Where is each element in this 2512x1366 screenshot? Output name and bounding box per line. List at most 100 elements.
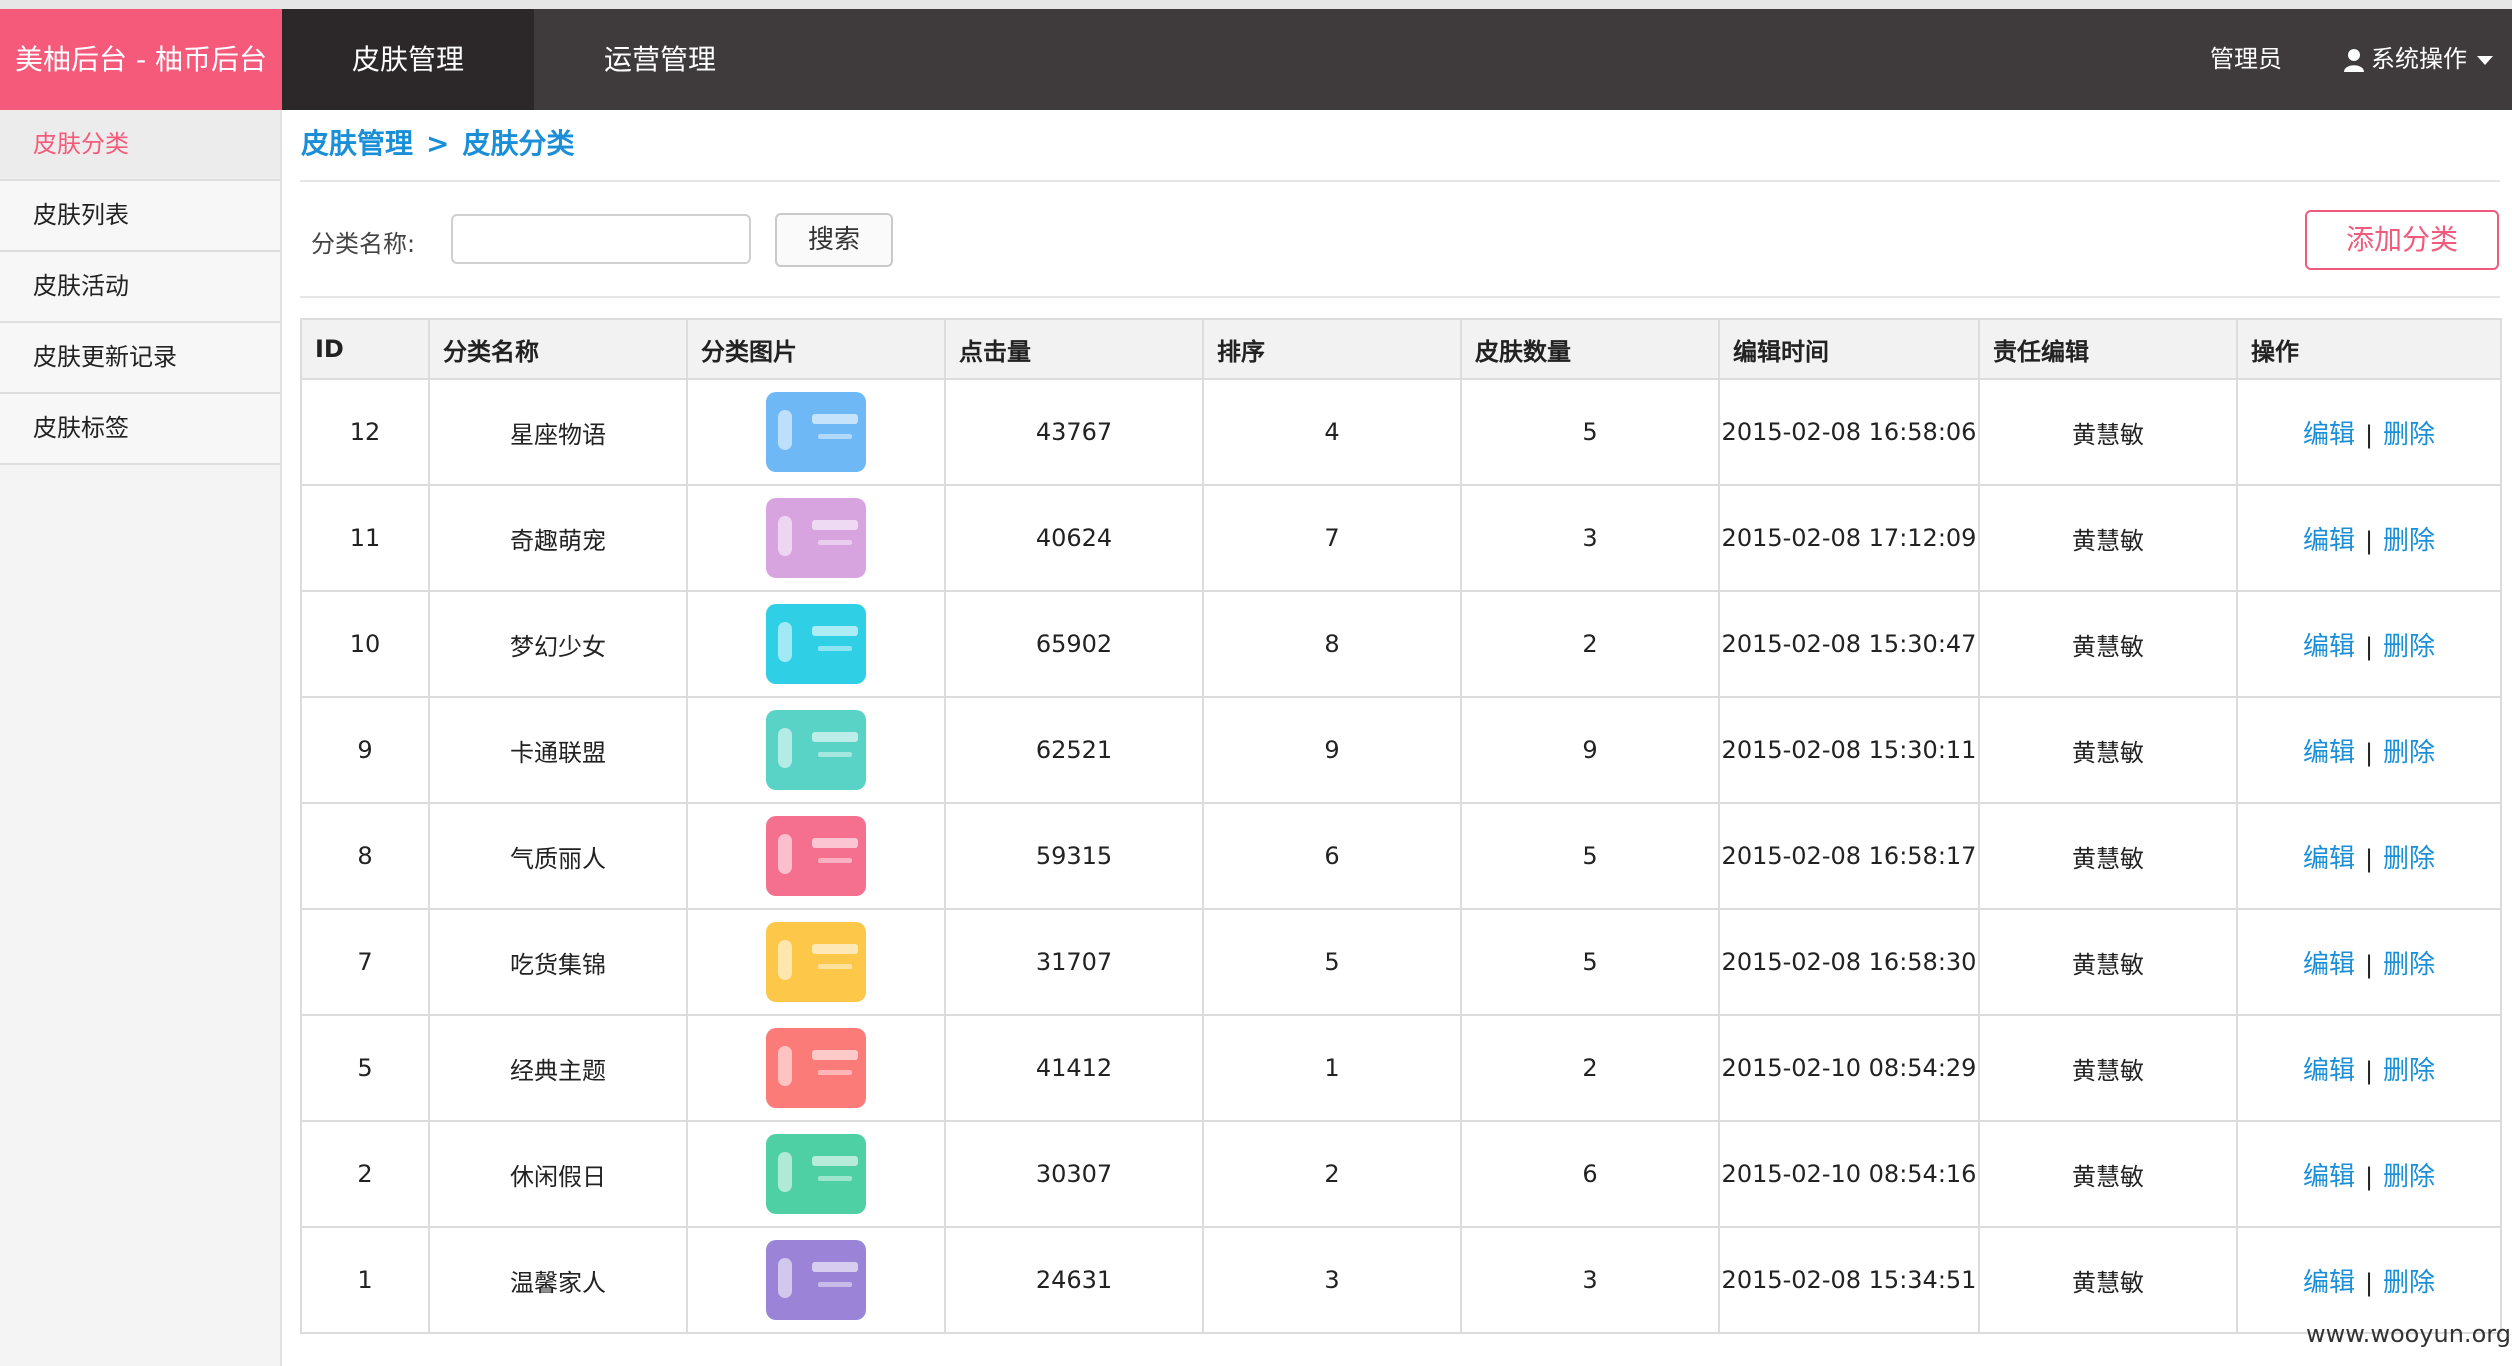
cell-skin-count: 9 <box>1460 696 1720 804</box>
edit-link[interactable]: 编辑 <box>2303 1268 2355 1298</box>
thumb-subtext <box>818 646 852 651</box>
edit-link[interactable]: 编辑 <box>2303 526 2355 556</box>
cell-editor: 黄慧敏 <box>1978 802 2238 910</box>
nav-tab-operations[interactable]: 运营管理 <box>534 9 786 110</box>
cell-category-image <box>686 802 946 910</box>
action-separator: | <box>2364 950 2374 979</box>
cell-category-name: 梦幻少女 <box>428 590 688 698</box>
sidebar-item-skin-update-log[interactable]: 皮肤更新记录 <box>0 323 280 394</box>
sidebar-item-skin-activity[interactable]: 皮肤活动 <box>0 252 280 323</box>
cell-clicks: 43767 <box>944 378 1204 486</box>
nav-tab-skin-management[interactable]: 皮肤管理 <box>282 9 534 110</box>
cell-order: 9 <box>1202 696 1462 804</box>
cell-skin-count: 3 <box>1460 1226 1720 1334</box>
delete-link[interactable]: 删除 <box>2383 526 2435 556</box>
search-label: 分类名称: <box>311 230 416 258</box>
cell-id: 1 <box>300 1226 430 1334</box>
cell-order: 5 <box>1202 908 1462 1016</box>
delete-link[interactable]: 删除 <box>2383 738 2435 768</box>
breadcrumb-parent[interactable]: 皮肤管理 <box>301 127 413 160</box>
cell-id: 7 <box>300 908 430 1016</box>
cell-category-image <box>686 1226 946 1334</box>
column-header-editor: 责任编辑 <box>1978 318 2238 380</box>
table-row: 10 梦幻少女 65902 8 2 2015-02-08 15:30:47 黄慧敏 编辑 | 删除 <box>300 590 2502 698</box>
delete-link[interactable]: 删除 <box>2383 1268 2435 1298</box>
cell-editor: 黄慧敏 <box>1978 1226 2238 1334</box>
cell-category-image <box>686 1014 946 1122</box>
cell-editor: 黄慧敏 <box>1978 484 2238 592</box>
edit-link[interactable]: 编辑 <box>2303 1056 2355 1086</box>
delete-link[interactable]: 删除 <box>2383 420 2435 450</box>
column-header-order: 排序 <box>1202 318 1462 380</box>
column-header-id: ID <box>300 318 430 380</box>
cell-category-name: 经典主题 <box>428 1014 688 1122</box>
pet-icon <box>766 498 866 578</box>
table-row: 11 奇趣萌宠 40624 7 3 2015-02-08 17:12:09 黄慧敏 编辑 | 删除 <box>300 484 2502 592</box>
edit-link[interactable]: 编辑 <box>2303 420 2355 450</box>
delete-link[interactable]: 删除 <box>2383 950 2435 980</box>
category-name-input[interactable] <box>451 214 751 264</box>
delete-link[interactable]: 删除 <box>2383 1056 2435 1086</box>
column-header-actions: 操作 <box>2236 318 2502 380</box>
admin-label[interactable]: 管理员 <box>2210 9 2282 110</box>
cell-edit-time: 2015-02-10 08:54:29 <box>1718 1014 1980 1122</box>
breadcrumb-separator: > <box>426 127 450 160</box>
thumb-subtext <box>818 1176 852 1181</box>
edit-link[interactable]: 编辑 <box>2303 950 2355 980</box>
cell-skin-count: 5 <box>1460 908 1720 1016</box>
thumb-text <box>812 1050 858 1060</box>
cell-edit-time: 2015-02-08 16:58:17 <box>1718 802 1980 910</box>
add-category-button[interactable]: 添加分类 <box>2305 210 2499 270</box>
cell-actions: 编辑 | 删除 <box>2236 1226 2502 1334</box>
cell-actions: 编辑 | 删除 <box>2236 1120 2502 1228</box>
cell-edit-time: 2015-02-08 16:58:30 <box>1718 908 1980 1016</box>
cell-category-name: 卡通联盟 <box>428 696 688 804</box>
thumb-figure <box>778 1258 792 1298</box>
edit-link[interactable]: 编辑 <box>2303 1162 2355 1192</box>
thumb-text <box>812 1262 858 1272</box>
cell-order: 2 <box>1202 1120 1462 1228</box>
sidebar-item-skin-tags[interactable]: 皮肤标签 <box>0 394 280 465</box>
cell-id: 8 <box>300 802 430 910</box>
edit-link[interactable]: 编辑 <box>2303 632 2355 662</box>
thumb-figure <box>778 728 792 768</box>
delete-link[interactable]: 删除 <box>2383 632 2435 662</box>
cell-edit-time: 2015-02-08 17:12:09 <box>1718 484 1980 592</box>
cell-actions: 编辑 | 删除 <box>2236 484 2502 592</box>
cell-edit-time: 2015-02-08 16:58:06 <box>1718 378 1980 486</box>
cell-editor: 黄慧敏 <box>1978 1120 2238 1228</box>
delete-link[interactable]: 删除 <box>2383 1162 2435 1192</box>
cell-skin-count: 2 <box>1460 1014 1720 1122</box>
cell-category-name: 休闲假日 <box>428 1120 688 1228</box>
sidebar-item-skin-category[interactable]: 皮肤分类 <box>0 110 280 181</box>
cell-edit-time: 2015-02-10 08:54:16 <box>1718 1120 1980 1228</box>
top-navbar: 美柚后台 - 柚币后台 皮肤管理 运营管理 管理员 系统操作 <box>0 9 2512 110</box>
table-row: 8 气质丽人 59315 6 5 2015-02-08 16:58:17 黄慧敏 编辑 | 删除 <box>300 802 2502 910</box>
action-separator: | <box>2364 1268 2374 1297</box>
action-separator: | <box>2364 420 2374 449</box>
cell-clicks: 59315 <box>944 802 1204 910</box>
table-row: 12 星座物语 43767 4 5 2015-02-08 16:58:06 黄慧敏 编辑 | 删除 <box>300 378 2502 486</box>
cell-edit-time: 2015-02-08 15:30:11 <box>1718 696 1980 804</box>
cell-order: 1 <box>1202 1014 1462 1122</box>
cell-category-name: 星座物语 <box>428 378 688 486</box>
divider <box>300 296 2500 298</box>
cell-actions: 编辑 | 删除 <box>2236 802 2502 910</box>
edit-link[interactable]: 编辑 <box>2303 844 2355 874</box>
cell-editor: 黄慧敏 <box>1978 590 2238 698</box>
cell-id: 10 <box>300 590 430 698</box>
cell-skin-count: 3 <box>1460 484 1720 592</box>
cell-clicks: 40624 <box>944 484 1204 592</box>
delete-link[interactable]: 删除 <box>2383 844 2435 874</box>
family-icon <box>766 1240 866 1320</box>
sidebar-item-skin-list[interactable]: 皮肤列表 <box>0 181 280 252</box>
action-separator: | <box>2364 738 2374 767</box>
edit-link[interactable]: 编辑 <box>2303 738 2355 768</box>
icecream-icon <box>766 922 866 1002</box>
system-ops-menu[interactable]: 系统操作 <box>2343 9 2493 110</box>
cell-id: 11 <box>300 484 430 592</box>
search-button[interactable]: 搜索 <box>775 213 893 267</box>
cell-edit-time: 2015-02-08 15:30:47 <box>1718 590 1980 698</box>
column-header-skin-count: 皮肤数量 <box>1460 318 1720 380</box>
cell-category-name: 温馨家人 <box>428 1226 688 1334</box>
